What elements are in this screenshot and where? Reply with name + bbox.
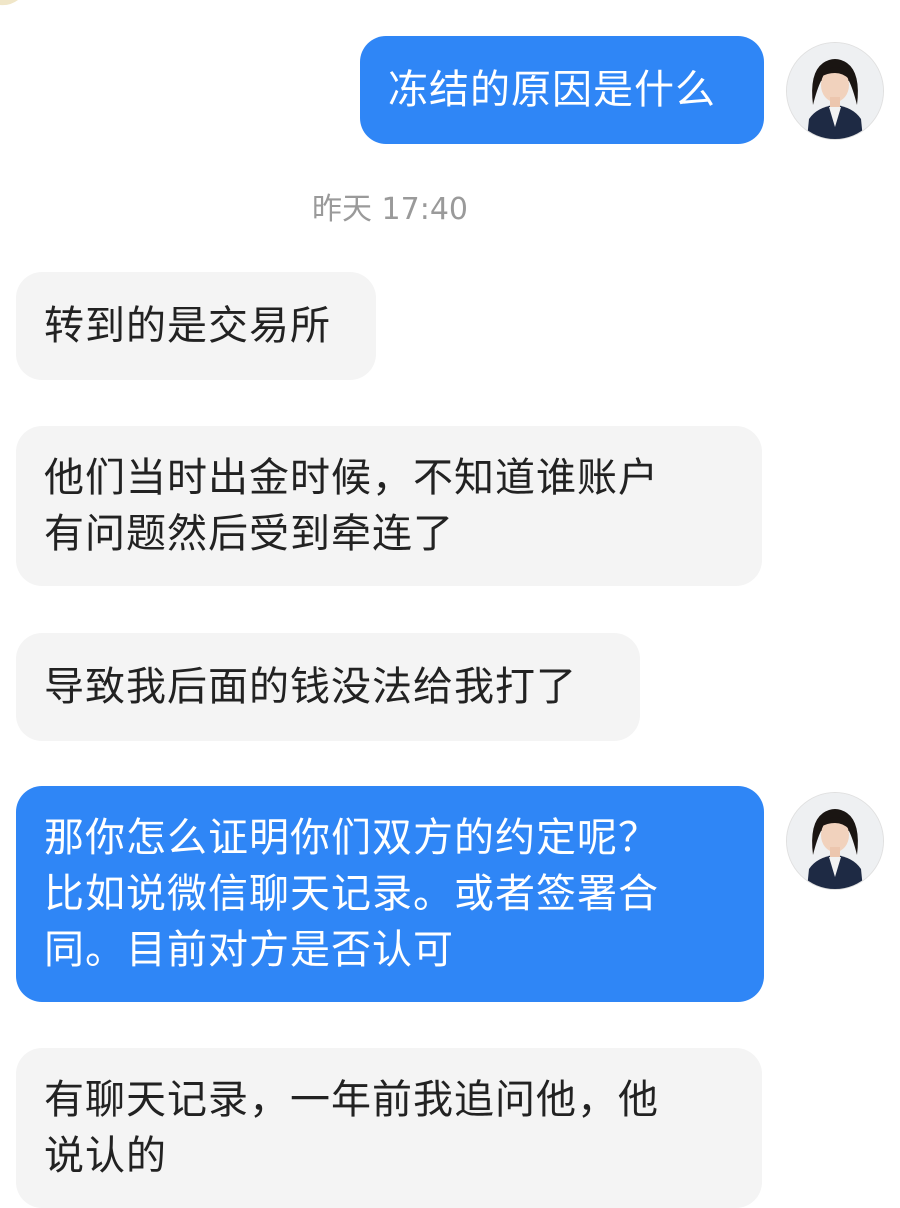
user-avatar-icon [787, 793, 883, 889]
message-bubble-incoming[interactable]: 有聊天记录，一年前我追问他，他 说认的 [16, 1048, 762, 1208]
avatar[interactable] [786, 792, 884, 890]
message-bubble-outgoing[interactable]: 那你怎么证明你们双方的约定呢？ 比如说微信聊天记录。或者签署合 同。目前对方是否… [16, 786, 764, 1002]
chat-area: 冻结的原因是什么 昨天 17:40 转到的是交易所 他们当时出金时候，不知道谁账… [0, 0, 900, 1208]
message-bubble-incoming[interactable]: 导致我后面的钱没法给我打了 [16, 633, 640, 741]
message-bubble-incoming[interactable]: 他们当时出金时候，不知道谁账户 有问题然后受到牵连了 [16, 426, 762, 586]
message-bubble-outgoing[interactable]: 冻结的原因是什么 [360, 36, 764, 144]
message-bubble-incoming[interactable]: 转到的是交易所 [16, 272, 376, 380]
message-timestamp: 昨天 17:40 [312, 192, 468, 227]
avatar[interactable] [786, 42, 884, 140]
user-avatar-icon [787, 43, 883, 139]
corner-decoration-icon [0, 0, 18, 6]
